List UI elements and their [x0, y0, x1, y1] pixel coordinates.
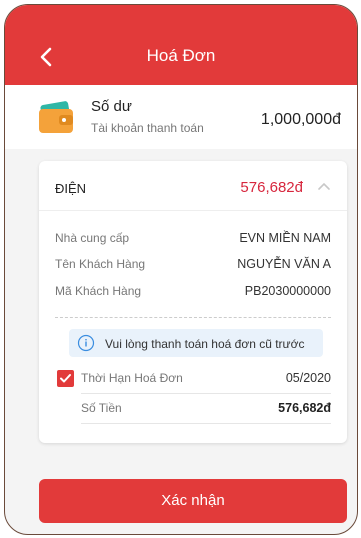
detail-row-provider: Nhà cung cấp EVN MIỀN NAM: [39, 231, 347, 251]
bill-amount: 576,682đ: [240, 179, 303, 196]
detail-value: EVN MIỀN NAM: [239, 231, 331, 245]
phone-frame: Hoá Đơn Số dư Tài khoản thanh toán 1,000…: [4, 4, 358, 535]
bill-card-header[interactable]: ĐIỆN 576,682đ: [39, 161, 347, 211]
invoice-amount-value: 576,682đ: [278, 401, 331, 415]
invoice-divider: [81, 423, 331, 424]
notice-banner: Vui lòng thanh toán hoá đơn cũ trước: [69, 329, 323, 357]
chevron-up-icon[interactable]: [317, 181, 331, 191]
bill-card: ĐIỆN 576,682đ Nhà cung cấp EVN MIỀN NAM …: [39, 161, 347, 443]
page-title: Hoá Đơn: [146, 46, 216, 65]
balance-amount: 1,000,000đ: [260, 111, 341, 128]
wallet-icon: [39, 101, 73, 133]
app-header: Hoá Đơn: [5, 5, 357, 85]
invoice-divider: [81, 393, 331, 394]
detail-row-customer-name: Tên Khách Hàng NGUYỄN VĂN A: [39, 257, 347, 277]
confirm-button[interactable]: Xác nhận: [39, 479, 347, 523]
detail-row-customer-id: Mã Khách Hàng PB2030000000: [39, 284, 347, 304]
invoice-period-value: 05/2020: [285, 371, 331, 385]
invoice-amount-row: Số Tiền 576,682đ: [39, 401, 347, 421]
invoice-amount-label: Số Tiền: [81, 401, 122, 415]
detail-value: NGUYỄN VĂN A: [237, 257, 331, 271]
info-icon: [77, 334, 95, 352]
detail-label: Mã Khách Hàng: [55, 284, 142, 298]
balance-subtitle: Tài khoản thanh toán: [91, 121, 204, 135]
dashed-divider: [55, 317, 331, 318]
detail-label: Nhà cung cấp: [55, 231, 130, 245]
bill-category: ĐIỆN: [55, 181, 87, 196]
invoice-period-label: Thời Hạn Hoá Đơn: [81, 371, 183, 385]
detail-label: Tên Khách Hàng: [55, 257, 146, 271]
balance-title: Số dư: [91, 98, 132, 115]
invoice-period-row: Thời Hạn Hoá Đơn 05/2020: [39, 371, 347, 391]
notice-text: Vui lòng thanh toán hoá đơn cũ trước: [105, 337, 305, 351]
detail-value: PB2030000000: [244, 284, 331, 298]
